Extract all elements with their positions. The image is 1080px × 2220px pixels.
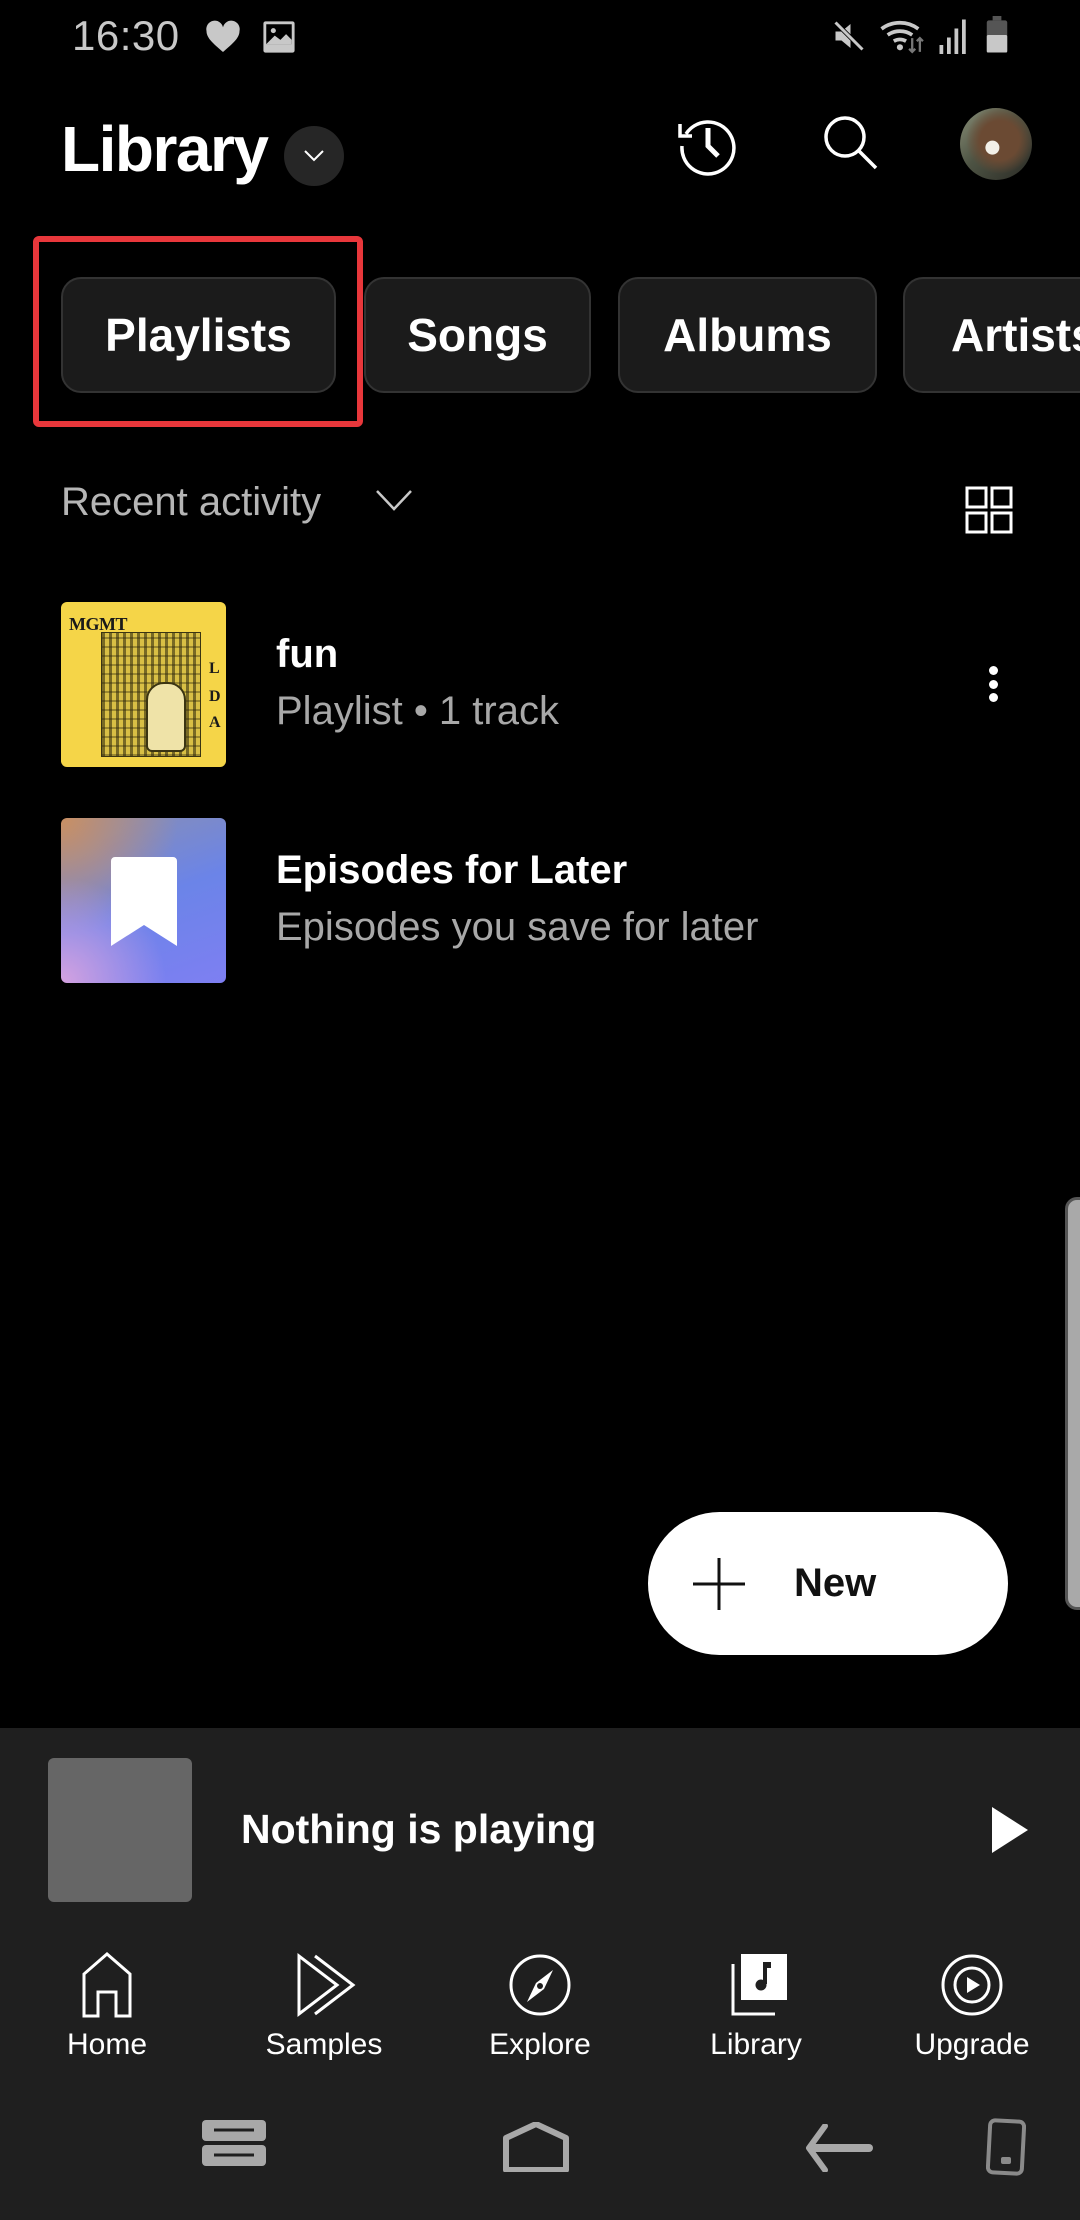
home-system-icon[interactable] [503,2122,569,2172]
album-art-face [146,682,186,752]
edge-panel-handle[interactable] [1065,1197,1080,1610]
album-art-letter: L [209,660,220,677]
search-icon [824,116,878,170]
upgrade-icon [941,1954,1003,2016]
recents-icon[interactable] [200,2118,270,2170]
compass-icon [509,1954,571,2016]
nav-label: Upgrade [914,2028,1030,2061]
history-button[interactable] [668,104,748,184]
nav-explore[interactable]: Explore [440,1950,640,2062]
samples-icon [297,1952,356,2018]
album-art-letter: A [209,714,221,731]
tab-albums[interactable]: Albums [618,277,877,393]
dot [988,666,998,675]
player-thumbnail [48,1758,192,1902]
sort-dropdown[interactable]: Recent activity [61,480,321,525]
tab-songs[interactable]: Songs [364,277,591,393]
new-button[interactable]: New [648,1512,1008,1655]
tab-artists[interactable]: Artists [903,277,1080,393]
item-title: Episodes for Later [276,848,628,892]
nav-library[interactable]: Library [656,1950,856,2062]
avatar[interactable] [960,108,1032,180]
album-art-letter: D [209,688,221,705]
rotate-screen-icon[interactable] [986,2118,1026,2176]
page-title: Library [61,113,269,185]
image-icon [263,21,295,53]
chevron-down-icon [304,150,324,162]
grid-icon[interactable] [962,483,1016,537]
nav-label: Samples [265,2028,383,2061]
item-subtitle: Playlist • 1 track [276,689,559,733]
bookmark-icon [111,857,177,946]
more-options-button[interactable] [975,662,1011,706]
signal-icon [939,19,966,54]
episodes-thumbnail [61,818,226,983]
dot [988,693,998,702]
item-title: fun [276,632,339,676]
highlight-annotation [33,236,363,427]
nav-label: Home [66,2028,148,2061]
back-icon[interactable] [805,2124,873,2172]
nav-upgrade[interactable]: Upgrade [872,1950,1072,2062]
nav-label: Library [710,2028,802,2061]
mute-icon [832,19,866,53]
plus-icon [693,1557,745,1610]
status-time: 16:30 [72,12,180,59]
wifi-icon [880,20,924,54]
tab-label: Songs [407,309,548,361]
nav-samples[interactable]: Samples [224,1950,424,2062]
new-button-label: New [794,1561,877,1605]
battery-icon [986,16,1008,53]
player-title: Nothing is playing [241,1806,597,1852]
playlist-thumbnail: MGMT L D A [61,602,226,767]
item-subtitle: Episodes you save for later [276,905,759,949]
history-icon [678,120,736,176]
play-icon[interactable] [990,1805,1030,1855]
library-icon [731,1954,787,2016]
nav-home[interactable]: Home [7,1950,207,2062]
library-dropdown-button[interactable] [284,126,344,186]
nav-label: Explore [489,2028,591,2061]
chevron-down-icon[interactable] [375,488,413,512]
heart-icon [206,20,240,52]
tab-label: Albums [663,309,832,361]
tab-label: Artists [951,309,1080,361]
search-button[interactable] [812,104,892,184]
dot [988,679,998,689]
home-icon [82,1952,132,2018]
